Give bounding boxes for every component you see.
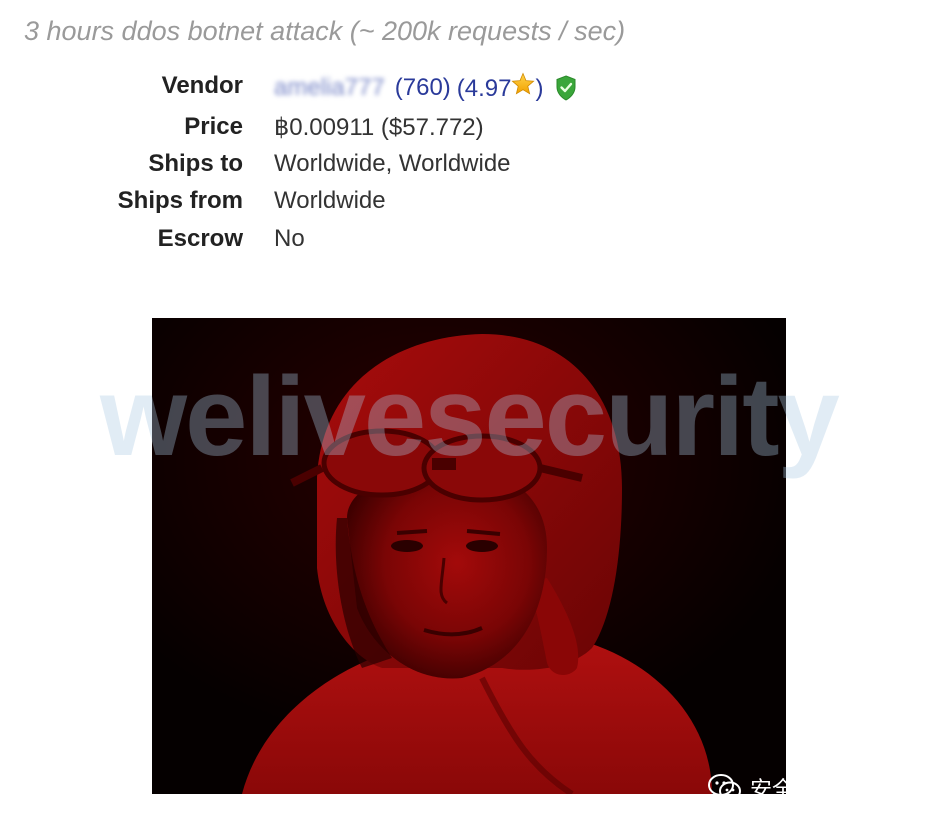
- price-row: Price ฿0.00911 ($57.772): [0, 113, 700, 145]
- escrow-value: No: [274, 225, 305, 252]
- vendor-feedback-count[interactable]: (760): [395, 74, 451, 102]
- escrow-label: Escrow: [157, 225, 243, 252]
- ships-from-value: Worldwide: [274, 187, 386, 214]
- price-value: ฿0.00911 ($57.772): [274, 114, 484, 141]
- vendor-rating-value: (4.97: [456, 75, 512, 102]
- wechat-icon: [708, 774, 741, 801]
- vendor-name-link[interactable]: amelia777: [274, 74, 385, 102]
- vendor-label: Vendor: [161, 72, 243, 99]
- price-label: Price: [184, 113, 243, 140]
- vendor-value: amelia777 (760) (4.97): [274, 72, 577, 103]
- escrow-row: Escrow No: [0, 225, 700, 257]
- wechat-account-name: 安全分析与研究: [750, 778, 905, 803]
- wechat-badge: 安全分析与研究: [708, 772, 904, 804]
- star-icon: [511, 72, 536, 95]
- ships-from-row: Ships from Worldwide: [0, 187, 700, 219]
- vendor-rating-close: ): [535, 75, 544, 102]
- verified-shield-icon: [556, 74, 576, 101]
- ships-to-row: Ships to Worldwide, Worldwide: [0, 150, 700, 182]
- listing-title: 3 hours ddos botnet attack (~ 200k reque…: [24, 16, 626, 46]
- ships-to-label: Ships to: [148, 150, 243, 177]
- vendor-row: Vendor amelia777 (760) (4.97): [0, 72, 700, 104]
- product-photo: [152, 318, 786, 794]
- aviator-portrait-image: [152, 318, 786, 794]
- ships-from-label: Ships from: [117, 187, 243, 214]
- vendor-rating[interactable]: (4.97): [456, 72, 544, 103]
- ships-to-value: Worldwide, Worldwide: [274, 150, 511, 177]
